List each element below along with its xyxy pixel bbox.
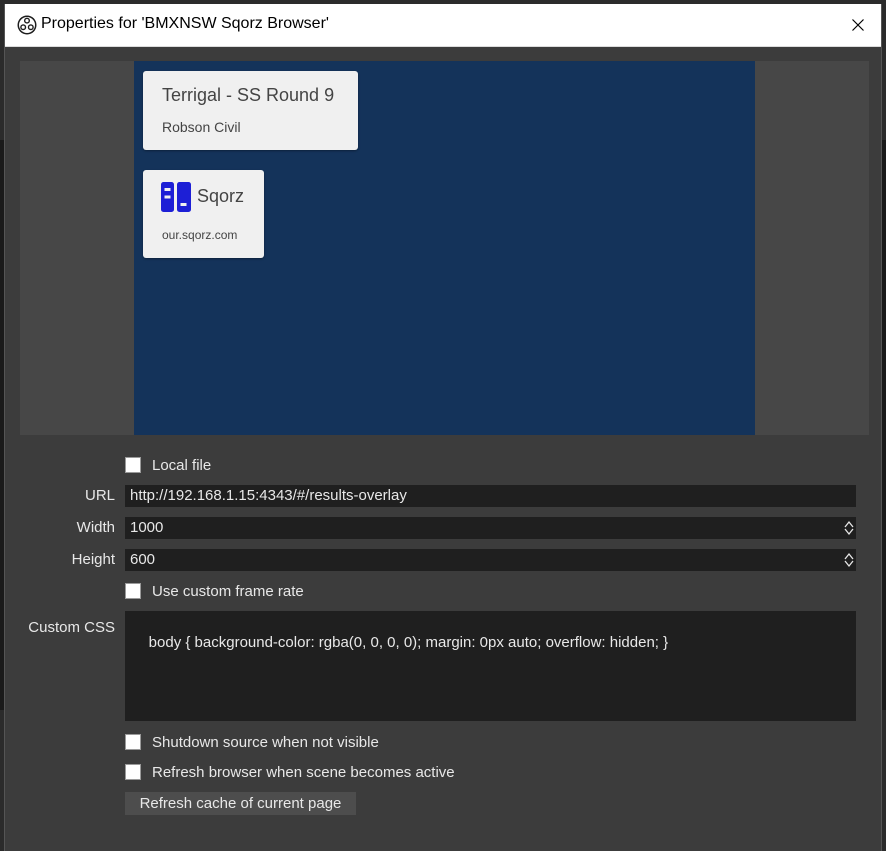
refresh-browser-label: Refresh browser when scene becomes activ… xyxy=(152,763,455,781)
sqorz-logo-icon xyxy=(161,182,191,212)
shutdown-source-checkbox-row[interactable]: Shutdown source when not visible xyxy=(125,732,379,752)
url-input[interactable]: http://192.168.1.15:4343/#/results-overl… xyxy=(125,485,856,507)
width-label: Width xyxy=(76,519,115,536)
brand-url: our.sqorz.com xyxy=(162,228,238,242)
url-label: URL xyxy=(84,487,115,504)
height-spin-arrows[interactable] xyxy=(842,549,856,571)
width-spin-arrows[interactable] xyxy=(842,517,856,539)
local-file-checkbox[interactable] xyxy=(125,457,141,473)
chevron-down-icon[interactable] xyxy=(844,528,854,536)
custom-css-label: Custom CSS xyxy=(28,619,115,636)
preview-canvas: Terrigal - SS Round 9 Robson Civil Sqorz… xyxy=(134,61,755,435)
browser-source-preview: Terrigal - SS Round 9 Robson Civil Sqorz… xyxy=(20,61,869,435)
chevron-down-icon[interactable] xyxy=(844,560,854,568)
background-window-edge xyxy=(882,140,886,710)
shutdown-source-checkbox[interactable] xyxy=(125,734,141,750)
chevron-up-icon[interactable] xyxy=(844,552,854,560)
close-button[interactable] xyxy=(835,4,881,46)
width-value: 1000 xyxy=(130,519,164,536)
local-file-label: Local file xyxy=(152,456,212,474)
refresh-cache-button[interactable]: Refresh cache of current page xyxy=(125,792,356,815)
obs-logo-icon xyxy=(17,15,37,35)
height-label: Height xyxy=(71,551,115,568)
shutdown-source-label: Shutdown source when not visible xyxy=(152,733,379,751)
height-spinbox[interactable]: 600 xyxy=(125,549,856,571)
properties-dialog: Properties for 'BMXNSW Sqorz Browser' Te… xyxy=(4,4,882,851)
window-title: Properties for 'BMXNSW Sqorz Browser' xyxy=(41,15,329,32)
close-icon xyxy=(852,19,864,31)
title-bar[interactable]: Properties for 'BMXNSW Sqorz Browser' xyxy=(5,4,881,47)
brand-card: Sqorz our.sqorz.com xyxy=(143,170,264,258)
refresh-browser-checkbox[interactable] xyxy=(125,764,141,780)
custom-frame-rate-checkbox-row[interactable]: Use custom frame rate xyxy=(125,581,304,601)
chevron-up-icon[interactable] xyxy=(844,520,854,528)
event-card: Terrigal - SS Round 9 Robson Civil xyxy=(143,71,358,150)
event-subtitle: Robson Civil xyxy=(162,119,241,135)
height-value: 600 xyxy=(130,551,156,568)
custom-frame-rate-checkbox[interactable] xyxy=(125,583,141,599)
width-spinbox[interactable]: 1000 xyxy=(125,517,856,539)
event-title: Terrigal - SS Round 9 xyxy=(162,85,335,105)
custom-css-value: body { background-color: rgba(0, 0, 0, 0… xyxy=(148,634,669,651)
custom-css-textarea[interactable]: body { background-color: rgba(0, 0, 0, 0… xyxy=(125,611,856,721)
custom-frame-rate-label: Use custom frame rate xyxy=(152,582,304,600)
brand-name: Sqorz xyxy=(197,186,245,206)
local-file-checkbox-row[interactable]: Local file xyxy=(125,455,211,475)
url-value: http://192.168.1.15:4343/#/results-overl… xyxy=(130,487,407,504)
refresh-browser-checkbox-row[interactable]: Refresh browser when scene becomes activ… xyxy=(125,762,455,782)
